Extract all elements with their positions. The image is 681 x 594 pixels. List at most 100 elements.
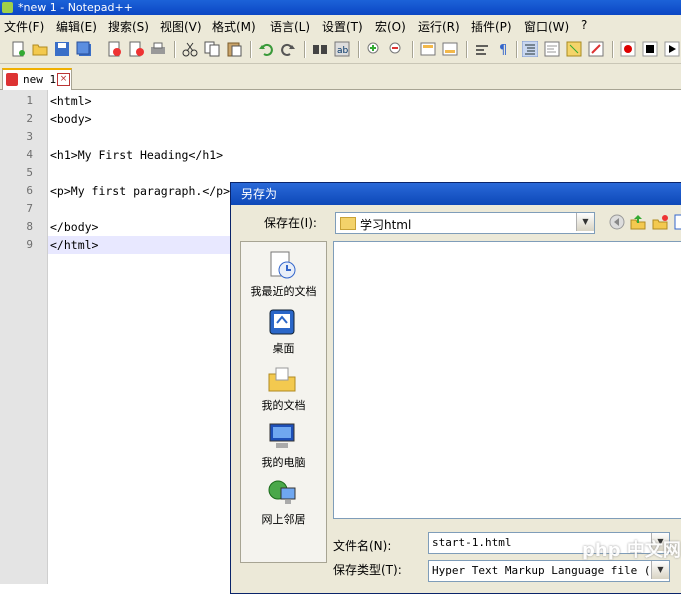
unsaved-file-icon: [6, 73, 18, 86]
save-in-label: 保存在(I):: [264, 216, 317, 230]
chevron-down-icon[interactable]: ▼: [576, 213, 594, 231]
window-titlebar: *new 1 - Notepad++: [0, 0, 681, 15]
dialog-title: 另存为: [241, 187, 278, 201]
watermark-logo: php 中文网: [582, 540, 681, 561]
open-file-icon[interactable]: [32, 41, 48, 57]
recent-documents-icon: [270, 251, 296, 279]
menu-bar: 文件(F) 编辑(E) 搜索(S) 视图(V) 格式(M) 语言(L) 设置(T…: [0, 15, 681, 37]
zoom-out-icon[interactable]: [388, 41, 404, 57]
toolbar-separator: [304, 41, 306, 58]
save-in-value: 学习html: [360, 218, 412, 232]
menu-view[interactable]: 视图(V): [160, 18, 202, 35]
menu-window[interactable]: 窗口(W): [524, 18, 569, 35]
toolbar-separator: [412, 41, 414, 58]
toolbar-separator: [358, 41, 360, 58]
copy-icon[interactable]: [204, 41, 220, 57]
code-line: <body>: [50, 112, 92, 126]
window-title: *new 1 - Notepad++: [18, 1, 133, 14]
toolbar-separator: [516, 41, 518, 58]
menu-plugins[interactable]: 插件(P): [471, 18, 512, 35]
toolbar: ab ¶: [0, 37, 681, 64]
new-file-icon[interactable]: [10, 41, 26, 57]
close-file-icon[interactable]: [106, 41, 122, 57]
line-number: 2: [26, 112, 33, 125]
menu-run[interactable]: 运行(R): [418, 18, 460, 35]
code-line: </html>: [50, 238, 99, 252]
view-menu-icon[interactable]: [674, 214, 681, 230]
tab-new-1[interactable]: new 1 ×: [2, 68, 72, 90]
function-list-icon[interactable]: [588, 41, 604, 57]
code-line: </body>: [50, 220, 99, 234]
stop-macro-icon[interactable]: [642, 41, 658, 57]
back-icon[interactable]: [609, 214, 625, 230]
toolbar-separator: [612, 41, 614, 58]
menu-file[interactable]: 文件(F): [4, 18, 44, 35]
place-desktop[interactable]: 桌面: [241, 303, 326, 358]
my-documents-icon: [268, 367, 296, 392]
place-my-documents[interactable]: 我的文档: [241, 360, 326, 415]
toolbar-separator: [466, 41, 468, 58]
indent-guide-icon[interactable]: [522, 41, 538, 57]
line-number: 7: [26, 202, 33, 215]
save-in-dropdown[interactable]: 学习html ▼: [335, 212, 595, 234]
line-number: 5: [26, 166, 33, 179]
dialog-titlebar[interactable]: 另存为: [231, 183, 681, 205]
sync-horizontal-icon[interactable]: [442, 41, 458, 57]
place-label: 我的文档: [261, 399, 306, 412]
place-label: 网上邻居: [261, 513, 306, 526]
place-label: 我最近的文档: [250, 285, 317, 298]
doc-map-icon[interactable]: [566, 41, 582, 57]
new-folder-icon[interactable]: [652, 214, 668, 230]
filetype-label: 保存类型(T):: [333, 563, 402, 577]
line-number: 8: [26, 220, 33, 233]
line-number: 3: [26, 130, 33, 143]
up-folder-icon[interactable]: [630, 214, 646, 230]
paste-icon[interactable]: [226, 41, 242, 57]
record-macro-icon[interactable]: [620, 41, 636, 57]
print-icon[interactable]: [150, 41, 166, 57]
line-number: 6: [26, 184, 33, 197]
filetype-select[interactable]: Hyper Text Markup Language file (*.ht ▼: [428, 560, 670, 582]
my-computer-icon: [269, 423, 295, 448]
menu-language[interactable]: 语言(L): [270, 18, 310, 35]
replace-icon[interactable]: ab: [334, 41, 350, 57]
menu-format[interactable]: 格式(M): [212, 18, 256, 35]
save-all-icon[interactable]: [76, 41, 92, 57]
filename-value: start-1.html: [432, 536, 512, 549]
network-places-icon: [268, 480, 296, 504]
place-network[interactable]: 网上邻居: [241, 474, 326, 529]
menu-help[interactable]: ?: [581, 18, 587, 32]
play-macro-icon[interactable]: [664, 41, 680, 57]
places-bar: 我最近的文档 桌面 我的文档 我的电脑 网上邻居: [240, 241, 327, 563]
tab-strip: new 1 ×: [0, 64, 681, 90]
folder-icon: [340, 217, 356, 230]
save-icon[interactable]: [54, 41, 70, 57]
line-number: 4: [26, 148, 33, 161]
place-recent-documents[interactable]: 我最近的文档: [241, 246, 326, 301]
sync-vertical-icon[interactable]: [420, 41, 436, 57]
chevron-down-icon[interactable]: ▼: [651, 561, 669, 579]
cut-icon[interactable]: [182, 41, 198, 57]
menu-search[interactable]: 搜索(S): [108, 18, 149, 35]
menu-macro[interactable]: 宏(O): [375, 18, 406, 35]
save-as-dialog: 另存为 保存在(I): 学习html ▼ 我最近的文档 桌面 我的文档 我的电脑…: [230, 182, 681, 594]
redo-icon[interactable]: [280, 41, 296, 57]
close-all-icon[interactable]: [128, 41, 144, 57]
desktop-icon: [269, 309, 295, 335]
tab-close-icon[interactable]: ×: [57, 73, 70, 86]
file-list[interactable]: [333, 241, 681, 519]
code-line: <p>My first paragraph.</p>: [50, 184, 231, 198]
zoom-in-icon[interactable]: [366, 41, 382, 57]
filetype-value: Hyper Text Markup Language file (*.ht: [432, 564, 670, 577]
menu-edit[interactable]: 编辑(E): [56, 18, 97, 35]
show-all-chars-icon[interactable]: ¶: [496, 41, 512, 57]
find-icon[interactable]: [312, 41, 328, 57]
tab-label: new 1: [23, 73, 57, 86]
place-label: 桌面: [272, 342, 295, 355]
menu-settings[interactable]: 设置(T): [322, 18, 363, 35]
undo-icon[interactable]: [258, 41, 274, 57]
user-language-icon[interactable]: [544, 41, 560, 57]
word-wrap-icon[interactable]: [474, 41, 490, 57]
place-my-computer[interactable]: 我的电脑: [241, 417, 326, 472]
toolbar-separator: [250, 41, 252, 58]
